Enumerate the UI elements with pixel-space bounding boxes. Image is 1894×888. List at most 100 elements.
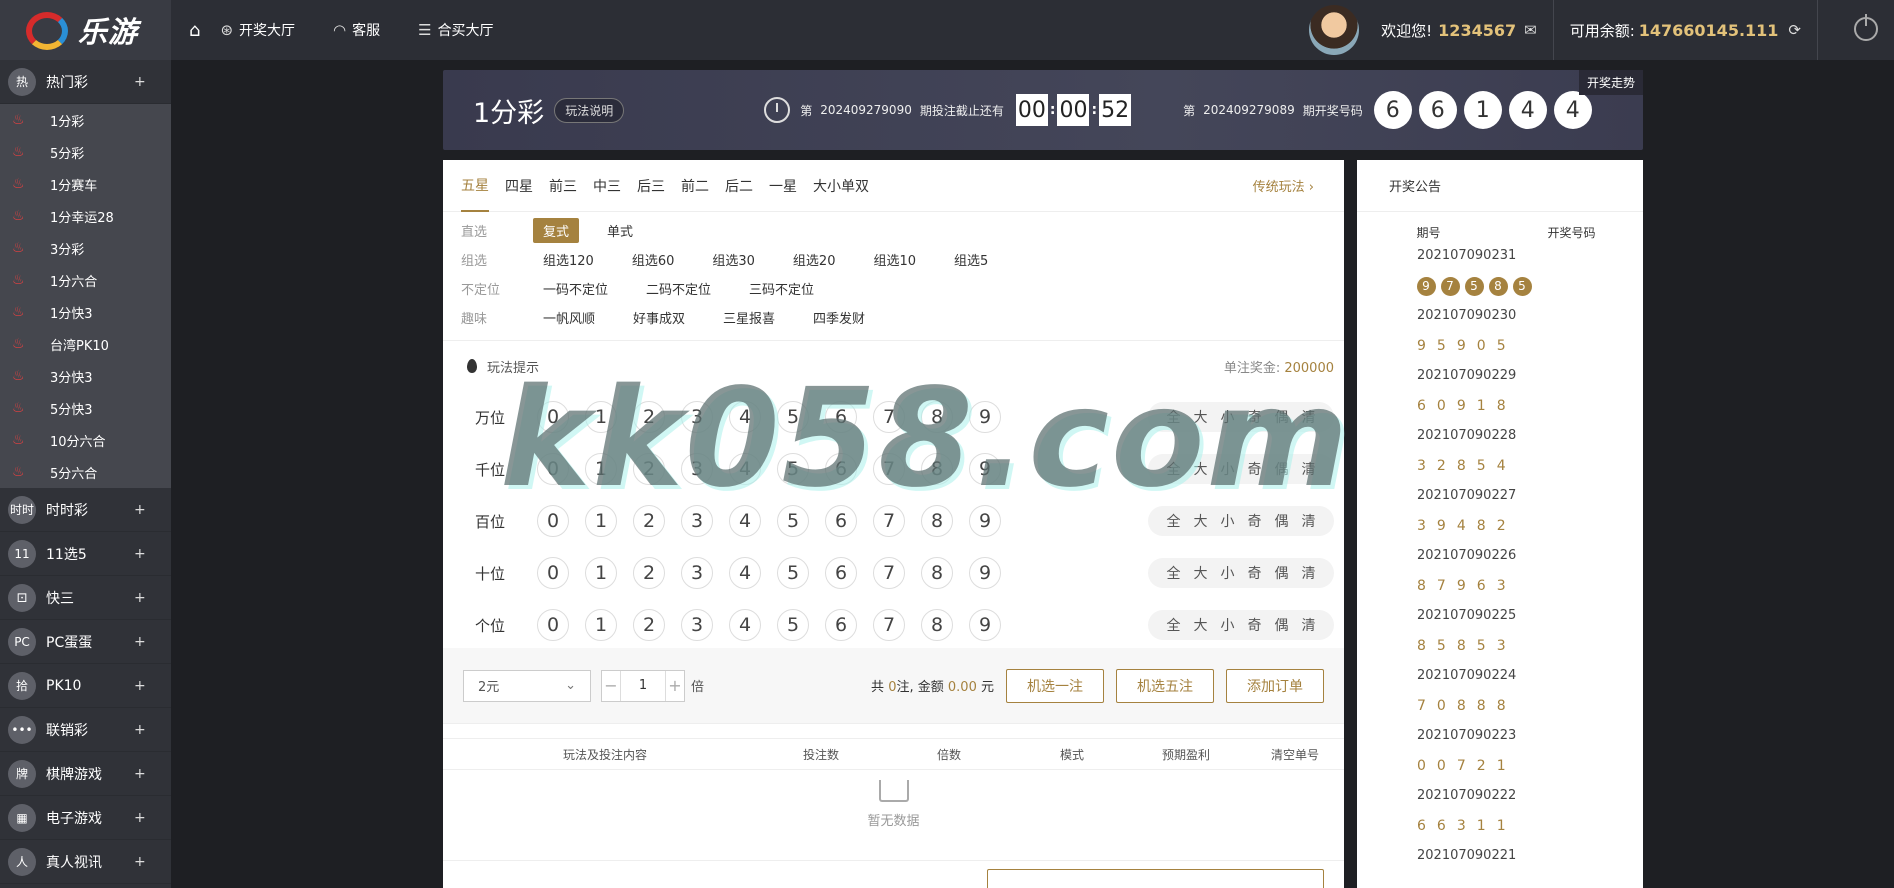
expand-icon[interactable]: + <box>134 854 146 870</box>
sidebar-category[interactable]: ⚀ 快三 + <box>0 576 171 620</box>
number-ball[interactable]: 3 <box>681 505 713 537</box>
home-icon[interactable]: ⌂ <box>189 20 200 41</box>
submit-order-button[interactable] <box>987 869 1324 888</box>
quick-select-button[interactable]: 奇 <box>1248 407 1262 427</box>
number-ball[interactable]: 2 <box>633 505 665 537</box>
number-ball[interactable]: 2 <box>633 401 665 433</box>
sidebar-item-hot[interactable]: ♨ 台湾PK10 <box>0 328 171 360</box>
number-ball[interactable]: 0 <box>537 401 569 433</box>
number-ball[interactable]: 8 <box>921 401 953 433</box>
number-ball[interactable]: 0 <box>537 505 569 537</box>
number-ball[interactable]: 8 <box>921 453 953 485</box>
number-ball[interactable]: 0 <box>537 453 569 485</box>
number-ball[interactable]: 7 <box>873 609 905 641</box>
number-ball[interactable]: 0 <box>537 557 569 589</box>
method-option[interactable]: 组选30 <box>702 247 765 272</box>
number-ball[interactable]: 5 <box>777 401 809 433</box>
power-icon[interactable] <box>1854 14 1878 41</box>
quick-select-button[interactable]: 小 <box>1221 459 1235 479</box>
sidebar-item-hot[interactable]: ♨ 10分六合 <box>0 424 171 456</box>
username[interactable]: 1234567 <box>1438 21 1516 40</box>
number-ball[interactable]: 0 <box>537 609 569 641</box>
tab-3[interactable]: 中三 <box>593 160 621 212</box>
sidebar-item-hot[interactable]: ♨ 1分六合 <box>0 264 171 296</box>
play-hint-label[interactable]: 玩法提示 <box>487 357 539 376</box>
quick-select-button[interactable]: 偶 <box>1275 459 1289 479</box>
sidebar-category-hot[interactable]: 热 热门彩 + <box>0 60 171 104</box>
number-ball[interactable]: 5 <box>777 609 809 641</box>
quick-select-button[interactable]: 清 <box>1302 563 1316 583</box>
clear-orders-button[interactable]: 清空单号 <box>1271 746 1319 763</box>
quick-select-button[interactable]: 全 <box>1167 511 1181 531</box>
quick-select-button[interactable]: 清 <box>1302 407 1316 427</box>
rules-button[interactable]: 玩法说明 <box>554 97 625 123</box>
number-ball[interactable]: 3 <box>681 609 713 641</box>
number-ball[interactable]: 9 <box>969 505 1001 537</box>
quick-select-button[interactable]: 大 <box>1194 407 1208 427</box>
method-option[interactable]: 一帆风顺 <box>533 305 605 330</box>
number-ball[interactable]: 6 <box>825 401 857 433</box>
number-ball[interactable]: 2 <box>633 453 665 485</box>
expand-icon[interactable]: + <box>134 810 146 826</box>
tab-0[interactable]: 五星 <box>461 160 489 212</box>
sidebar-category[interactable]: ••• 联销彩 + <box>0 708 171 752</box>
sidebar-item-hot[interactable]: ♨ 1分快3 <box>0 296 171 328</box>
method-option[interactable]: 三码不定位 <box>739 276 824 301</box>
sidebar-item-hot[interactable]: ♨ 3分快3 <box>0 360 171 392</box>
number-ball[interactable]: 7 <box>873 453 905 485</box>
quick-select-button[interactable]: 小 <box>1221 407 1235 427</box>
expand-icon[interactable]: + <box>134 722 146 738</box>
sidebar-category[interactable]: 11 11选5 + <box>0 532 171 576</box>
expand-icon[interactable]: + <box>134 678 146 694</box>
sidebar-item-hot[interactable]: ♨ 5分六合 <box>0 456 171 488</box>
number-ball[interactable]: 1 <box>585 401 617 433</box>
tab-4[interactable]: 后三 <box>637 160 665 212</box>
quick-select-button[interactable]: 偶 <box>1275 563 1289 583</box>
number-ball[interactable]: 9 <box>969 401 1001 433</box>
sidebar-category[interactable]: ▦ 电子游戏 + <box>0 796 171 840</box>
number-ball[interactable]: 1 <box>585 609 617 641</box>
number-ball[interactable]: 7 <box>873 557 905 589</box>
sidebar-item-hot[interactable]: ♨ 1分彩 <box>0 104 171 136</box>
number-ball[interactable]: 3 <box>681 401 713 433</box>
expand-icon[interactable]: + <box>134 766 146 782</box>
method-option[interactable]: 一码不定位 <box>533 276 618 301</box>
sidebar-item-hot[interactable]: ♨ 1分赛车 <box>0 168 171 200</box>
increase-button[interactable]: + <box>666 676 684 695</box>
sidebar-item-hot[interactable]: ♨ 5分彩 <box>0 136 171 168</box>
expand-icon[interactable]: + <box>134 590 146 606</box>
unit-select[interactable]: 2元 ⌄ <box>463 669 591 702</box>
method-option[interactable]: 好事成双 <box>623 305 695 330</box>
tab-6[interactable]: 后二 <box>725 160 753 212</box>
quick-select-button[interactable]: 奇 <box>1248 563 1262 583</box>
expand-icon[interactable]: + <box>134 546 146 562</box>
number-ball[interactable]: 1 <box>585 557 617 589</box>
sidebar-category[interactable]: 时时 时时彩 + <box>0 488 171 532</box>
quick-select-button[interactable]: 大 <box>1194 511 1208 531</box>
number-ball[interactable]: 9 <box>969 453 1001 485</box>
quick-select-button[interactable]: 清 <box>1302 459 1316 479</box>
sidebar-category[interactable]: 人真人视讯 + <box>0 840 171 884</box>
number-ball[interactable]: 9 <box>969 609 1001 641</box>
quick-select-button[interactable]: 偶 <box>1275 407 1289 427</box>
number-ball[interactable]: 6 <box>825 453 857 485</box>
method-option[interactable]: 复式 <box>533 218 580 243</box>
quick-select-button[interactable]: 偶 <box>1275 511 1289 531</box>
tab-7[interactable]: 一星 <box>769 160 797 212</box>
quick-select-button[interactable]: 小 <box>1221 615 1235 635</box>
tab-1[interactable]: 四星 <box>505 160 533 212</box>
tab-8[interactable]: 大小单双 <box>813 160 869 212</box>
number-ball[interactable]: 4 <box>729 401 761 433</box>
refresh-icon[interactable]: ⟳ <box>1788 21 1801 39</box>
sidebar-item-hot[interactable]: ♨ 3分彩 <box>0 232 171 264</box>
method-option[interactable]: 组选10 <box>863 247 926 272</box>
method-option[interactable]: 三星报喜 <box>713 305 785 330</box>
method-option[interactable]: 二码不定位 <box>636 276 721 301</box>
sidebar-item-hot[interactable]: ♨ 5分快3 <box>0 392 171 424</box>
number-ball[interactable]: 4 <box>729 505 761 537</box>
expand-icon[interactable]: + <box>134 74 146 90</box>
number-ball[interactable]: 5 <box>777 557 809 589</box>
number-ball[interactable]: 1 <box>585 453 617 485</box>
nav-customer-service[interactable]: ◠ 客服 <box>333 20 380 40</box>
number-ball[interactable]: 3 <box>681 557 713 589</box>
